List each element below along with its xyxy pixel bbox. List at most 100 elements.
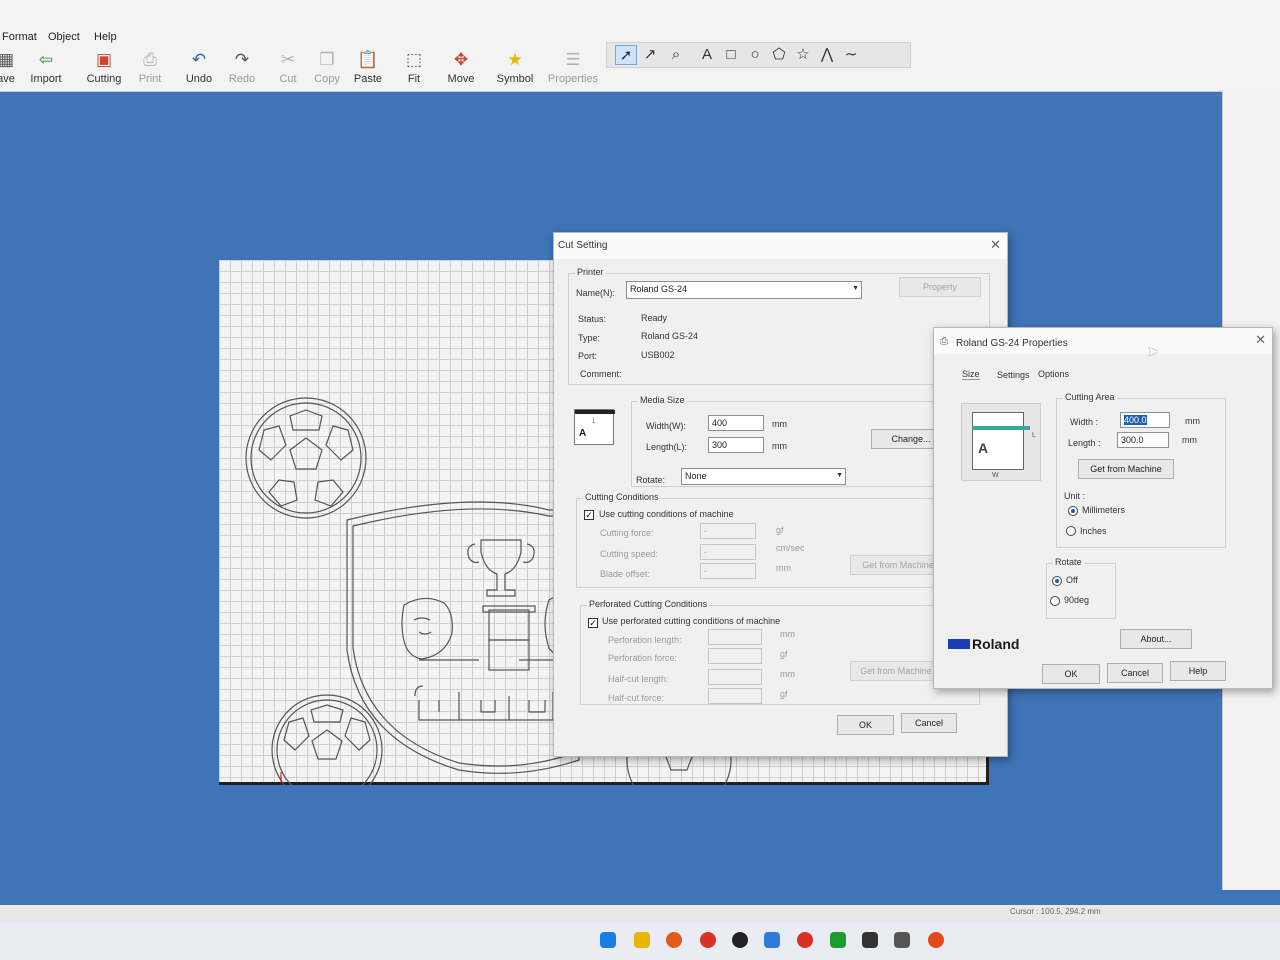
- area-width-value: 400.0: [1124, 415, 1147, 425]
- cursor-readout: Cursor : 100.5, 294.2 mm: [1010, 907, 1101, 916]
- curve-icon[interactable]: ∼: [840, 45, 862, 65]
- cutting-force-label: Cutting force:: [600, 528, 654, 538]
- perforation-length-field[interactable]: [708, 629, 762, 645]
- star-icon: ★: [507, 50, 523, 69]
- pointer-icon[interactable]: ➚: [615, 45, 637, 65]
- cutting-speed-unit: cm/sec: [776, 543, 805, 553]
- excel-icon[interactable]: [830, 932, 846, 948]
- zoom-icon[interactable]: ⌕: [665, 45, 687, 65]
- node-edit-icon[interactable]: ↗: [639, 45, 661, 65]
- file-explorer-icon[interactable]: [634, 932, 650, 948]
- perforated-legend: Perforated Cutting Conditions: [587, 599, 710, 609]
- props-ok-button[interactable]: OK: [1042, 664, 1100, 684]
- area-length-field[interactable]: 300.0: [1117, 432, 1169, 448]
- chrome-icon[interactable]: [700, 932, 716, 948]
- length-label: Length(L):: [646, 442, 688, 452]
- blade-offset-label: Blade offset:: [600, 569, 650, 579]
- import-button[interactable]: ⇦ Import: [18, 50, 74, 90]
- width-field[interactable]: 400: [708, 415, 764, 431]
- half-cut-length-field[interactable]: [708, 669, 762, 685]
- menu-help[interactable]: Help: [94, 31, 117, 43]
- properties-title: Roland GS-24 Properties: [956, 338, 1068, 349]
- use-machine-checkbox[interactable]: ✓: [584, 510, 594, 520]
- unit-mm-radio[interactable]: [1068, 506, 1078, 516]
- mouse-cursor-icon: ➤: [1147, 343, 1159, 359]
- properties-button[interactable]: ☰ Properties: [545, 50, 601, 90]
- print-button[interactable]: ⎙ Print: [122, 50, 178, 90]
- half-cut-length-unit: mm: [780, 669, 795, 679]
- app-icon[interactable]: [732, 932, 748, 948]
- status-bar: Cursor : 100.5, 294.2 mm: [0, 905, 1280, 922]
- tab-size[interactable]: Size: [962, 369, 980, 380]
- ok-button[interactable]: OK: [837, 715, 894, 735]
- props-cancel-button[interactable]: Cancel: [1107, 663, 1163, 683]
- chevron-down-icon: ▼: [836, 472, 843, 479]
- rotate-select[interactable]: None ▼: [681, 468, 846, 485]
- rectangle-icon[interactable]: □: [720, 45, 742, 65]
- pentagon-icon[interactable]: ⬠: [768, 45, 790, 65]
- cancel-button[interactable]: Cancel: [901, 713, 957, 733]
- property-button[interactable]: Property: [899, 277, 981, 297]
- diagram-a-label: A: [978, 440, 989, 456]
- firefox-icon[interactable]: [666, 932, 682, 948]
- area-width-field[interactable]: 400.0: [1120, 412, 1170, 428]
- diagram-l-label: L: [1032, 432, 1036, 439]
- cutting-force-field[interactable]: -: [700, 523, 756, 539]
- cutting-speed-field[interactable]: -: [700, 544, 756, 560]
- text-icon[interactable]: A: [696, 45, 718, 65]
- rotate-label: Rotate:: [636, 475, 666, 485]
- unit-mm-label: Millimeters: [1082, 505, 1126, 515]
- unit-label: Unit :: [1064, 491, 1086, 501]
- windows-start-icon[interactable]: [600, 932, 616, 948]
- chrome-icon-2[interactable]: [928, 932, 944, 948]
- save-icon: ▦: [0, 50, 15, 69]
- rotate-off-label: Off: [1066, 575, 1078, 585]
- app-icon-blue[interactable]: [764, 932, 780, 948]
- status-label: Status:: [578, 314, 607, 324]
- printer-icon: ⎙: [143, 50, 157, 69]
- blade-offset-field[interactable]: -: [700, 563, 756, 579]
- width-unit: mm: [772, 419, 787, 429]
- half-cut-force-label: Half-cut force:: [608, 693, 665, 703]
- menu-object[interactable]: Object: [48, 31, 80, 43]
- roland-brand-text: Roland: [972, 636, 1020, 652]
- rotate-90-radio[interactable]: [1050, 596, 1060, 606]
- tab-options[interactable]: Options: [1038, 369, 1069, 379]
- unit-inches-radio[interactable]: [1066, 526, 1076, 536]
- perforation-length-label: Perforation length:: [608, 635, 682, 645]
- use-machine-label: Use cutting conditions of machine: [599, 509, 734, 519]
- roland-properties-dialog: ⎙ Roland GS-24 Properties ✕ ➤ Size Setti…: [933, 327, 1273, 689]
- area-length-label: Length :: [1068, 438, 1101, 448]
- type-value: Roland GS-24: [641, 331, 699, 341]
- close-icon[interactable]: ✕: [990, 237, 1001, 253]
- tab-settings[interactable]: Settings: [997, 370, 1030, 380]
- comment-label: Comment:: [580, 369, 622, 379]
- use-perforated-checkbox[interactable]: ✓: [588, 618, 598, 628]
- circle-icon[interactable]: ○: [744, 45, 766, 65]
- move-button[interactable]: ✥ Move: [433, 50, 489, 90]
- printer-name-select[interactable]: Roland GS-24 ▼: [626, 281, 862, 299]
- menu-format[interactable]: Format: [2, 31, 37, 43]
- close-icon[interactable]: ✕: [1255, 332, 1266, 348]
- screen: Format Object Help ▦ ave ⇦ Import ▣ Cutting…: [0, 0, 1280, 960]
- rotate-off-radio[interactable]: [1052, 576, 1062, 586]
- perforation-force-field[interactable]: [708, 648, 762, 664]
- symbol-button[interactable]: ★ Symbol: [487, 50, 543, 90]
- properties-icon: ☰: [565, 50, 581, 69]
- app-icon-grey[interactable]: [894, 932, 910, 948]
- app-icon-dark[interactable]: [862, 932, 878, 948]
- use-perforated-label: Use perforated cutting conditions of mac…: [602, 616, 781, 626]
- unit-inches-label: Inches: [1080, 526, 1107, 536]
- props-get-from-machine-button[interactable]: Get from Machine: [1078, 459, 1174, 479]
- media-diagram: A L W: [961, 403, 1041, 481]
- perforated-get-from-machine-button[interactable]: Get from Machine: [850, 661, 942, 681]
- printer-icon: ⎙: [940, 336, 948, 347]
- polyline-icon[interactable]: ⋀: [816, 45, 838, 65]
- get-from-machine-button[interactable]: Get from Machine: [850, 555, 946, 575]
- props-help-button[interactable]: Help: [1170, 661, 1226, 681]
- length-field[interactable]: 300: [708, 437, 764, 453]
- opera-icon[interactable]: [797, 932, 813, 948]
- star-icon[interactable]: ☆: [792, 45, 814, 65]
- half-cut-force-field[interactable]: [708, 688, 762, 704]
- about-button[interactable]: About...: [1120, 629, 1192, 649]
